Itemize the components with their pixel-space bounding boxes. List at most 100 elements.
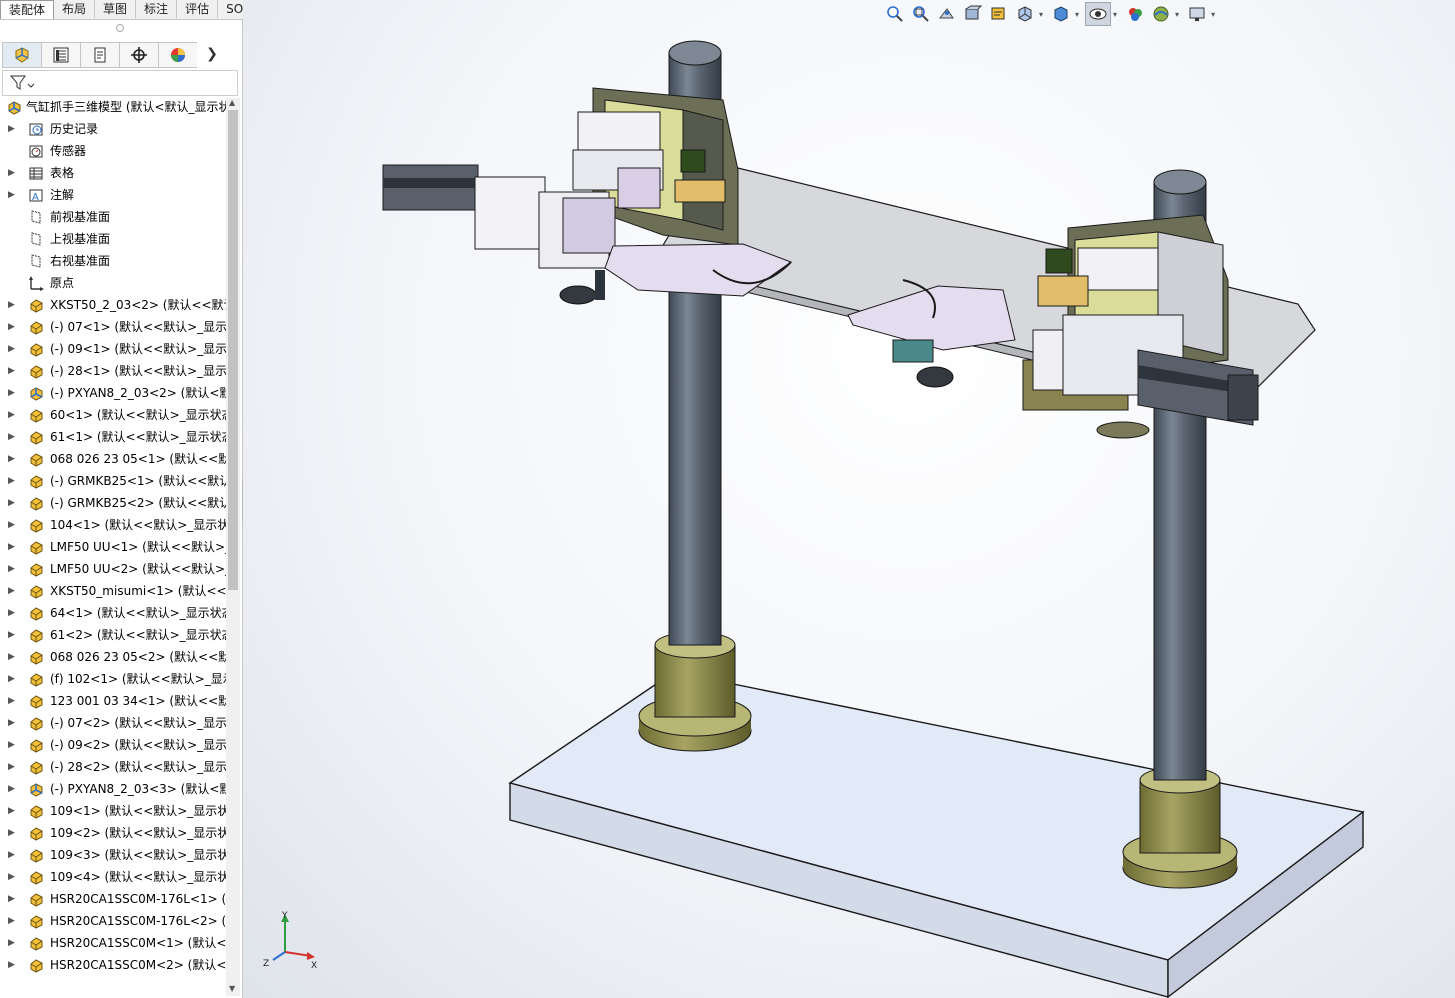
tree-item[interactable]: 上视基准面 bbox=[0, 228, 226, 250]
tree-item[interactable]: ▶ 068 026 23 05<2> (默认<<默认>_显示状态 1>) bbox=[0, 646, 226, 668]
command-tab-2[interactable]: 草图 bbox=[95, 0, 137, 18]
right-column-base[interactable] bbox=[1122, 766, 1238, 889]
expand-arrow-icon[interactable]: ▶ bbox=[8, 536, 16, 558]
expand-arrow-icon[interactable]: ▶ bbox=[8, 470, 16, 492]
display-manager-icon bbox=[171, 48, 185, 62]
command-tab-4[interactable]: 评估 bbox=[177, 0, 219, 18]
expand-arrow-icon[interactable]: ▶ bbox=[8, 118, 16, 140]
tree-item[interactable]: ▶ 104<1> (默认<<默认>_显示状态 1>) bbox=[0, 514, 226, 536]
tree-item[interactable]: ▶ (-) 09<1> (默认<<默认>_显示状态 1>) bbox=[0, 338, 226, 360]
tree-item[interactable]: ▶ (-) 09<2> (默认<<默认>_显示状态 1>) bbox=[0, 734, 226, 756]
tree-item[interactable]: ▶ (-) 28<2> (默认<<默认>_显示状态 1>) bbox=[0, 756, 226, 778]
expand-arrow-icon[interactable]: ▶ bbox=[8, 404, 16, 426]
tree-item[interactable]: 前视基准面 bbox=[0, 206, 226, 228]
tree-item[interactable]: 原点 bbox=[0, 272, 226, 294]
tree-item[interactable]: 右视基准面 bbox=[0, 250, 226, 272]
tree-item[interactable]: ▶ (-) 07<1> (默认<<默认>_显示状态 1>) bbox=[0, 316, 226, 338]
tree-scrollbar[interactable]: ▲ ▼ bbox=[226, 98, 240, 996]
expand-arrow-icon[interactable]: ▶ bbox=[8, 822, 16, 844]
tree-item[interactable]: ▶ HSR20CA1SSC0M-176L<2> (默认<<默认>_显示状态 1>) bbox=[0, 910, 226, 932]
expand-arrow-icon[interactable]: ▶ bbox=[8, 338, 16, 360]
tree-filter[interactable] bbox=[2, 70, 238, 96]
expand-arrow-icon[interactable]: ▶ bbox=[8, 646, 16, 668]
expand-arrow-icon[interactable]: ▶ bbox=[8, 932, 16, 954]
tree-item[interactable]: ▶ XKST50_2_03<2> (默认<<默认>_显示状态 1>) bbox=[0, 294, 226, 316]
tree-item[interactable]: ▶ LMF50 UU<2> (默认<<默认>_显示状态 1>) bbox=[0, 558, 226, 580]
expand-arrow-icon[interactable]: ▶ bbox=[8, 734, 16, 756]
expand-arrow-icon[interactable]: ▶ bbox=[8, 514, 16, 536]
expand-arrow-icon[interactable]: ▶ bbox=[8, 910, 16, 932]
expand-arrow-icon[interactable]: ▶ bbox=[8, 184, 16, 206]
feature-manager-tab[interactable] bbox=[2, 42, 41, 68]
left-column-base[interactable] bbox=[638, 631, 752, 752]
expand-arrow-icon[interactable]: ▶ bbox=[8, 426, 16, 448]
tree-item[interactable]: ▶ XKST50_misumi<1> (默认<<默认>_显示状态 1>) bbox=[0, 580, 226, 602]
expand-arrow-icon[interactable]: ▶ bbox=[8, 360, 16, 382]
dimxpert-manager-tab[interactable] bbox=[119, 42, 158, 68]
expand-arrow-icon[interactable]: ▶ bbox=[8, 624, 16, 646]
expand-arrow-icon[interactable]: ▶ bbox=[8, 316, 16, 338]
tree-item[interactable]: ▶ 109<3> (默认<<默认>_显示状态 1>) bbox=[0, 844, 226, 866]
expand-arrow-icon[interactable]: ▶ bbox=[8, 844, 16, 866]
tree-item[interactable]: ▶ 109<4> (默认<<默认>_显示状态 1>) bbox=[0, 866, 226, 888]
tree-item[interactable]: ▶ (-) GRMKB25<1> (默认<<默认>_显示状态 1>) bbox=[0, 470, 226, 492]
base-plate[interactable] bbox=[508, 671, 1365, 998]
tree-item[interactable]: ▶ LMF50 UU<1> (默认<<默认>_显示状态 1>) bbox=[0, 536, 226, 558]
tree-item[interactable]: ▶ (-) GRMKB25<2> (默认<<默认>_显示状态 1>) bbox=[0, 492, 226, 514]
tree-item[interactable]: 传感器 bbox=[0, 140, 226, 162]
expand-arrow-icon[interactable]: ▶ bbox=[8, 954, 16, 976]
expand-arrow-icon[interactable]: ▶ bbox=[8, 866, 16, 888]
tree-item[interactable]: ▶ 60<1> (默认<<默认>_显示状态 1>) bbox=[0, 404, 226, 426]
expand-arrow-icon[interactable]: ▶ bbox=[8, 668, 16, 690]
tree-item[interactable]: ▶ 068 026 23 05<1> (默认<<默认>_显示状态 1>) bbox=[0, 448, 226, 470]
tree-item[interactable]: ▶ (-) PXYAN8_2_03<2> (默认<默认_显示状态-1>) bbox=[0, 382, 226, 404]
tree-item-label: LMF50 UU<1> (默认<<默认>_显示状态 1>) bbox=[50, 540, 226, 554]
property-manager-tab[interactable] bbox=[41, 42, 80, 68]
panel-grip[interactable] bbox=[116, 24, 124, 32]
configuration-manager-tab[interactable] bbox=[80, 42, 119, 68]
expand-arrow-icon[interactable]: ▶ bbox=[8, 602, 16, 624]
expand-arrow-icon[interactable]: ▶ bbox=[8, 558, 16, 580]
scroll-down-icon[interactable]: ▼ bbox=[229, 984, 235, 993]
tree-item[interactable]: ▶ (-) 07<2> (默认<<默认>_显示状态 1>) bbox=[0, 712, 226, 734]
scrollbar-thumb[interactable] bbox=[228, 110, 238, 590]
command-tab-1[interactable]: 布局 bbox=[54, 0, 96, 18]
tree-item[interactable]: ▶ HSR20CA1SSC0M<2> (默认<<默认>_显示状态 1>) bbox=[0, 954, 226, 976]
left-gripper-assembly[interactable] bbox=[382, 87, 793, 305]
scroll-up-icon[interactable]: ▲ bbox=[229, 98, 235, 107]
tree-item[interactable]: ▶ A 注解 bbox=[0, 184, 226, 206]
expand-arrow-icon[interactable]: ▶ bbox=[8, 756, 16, 778]
tree-item[interactable]: ▶ HSR20CA1SSC0M-176L<1> (默认<<默认>_显示状态 1>) bbox=[0, 888, 226, 910]
expand-arrow-icon[interactable]: ▶ bbox=[8, 888, 16, 910]
tree-item[interactable]: ▶ (-) 28<1> (默认<<默认>_显示状态 1>) bbox=[0, 360, 226, 382]
expand-arrow-icon[interactable]: ▶ bbox=[8, 690, 16, 712]
next-tab-arrow[interactable]: ❯ bbox=[197, 42, 227, 66]
tree-item[interactable]: ▶ 64<1> (默认<<默认>_显示状态 1>) bbox=[0, 602, 226, 624]
tree-item[interactable]: ▶ HSR20CA1SSC0M<1> (默认<<默认>_显示状态 1>) bbox=[0, 932, 226, 954]
graphics-area[interactable]: ▾ ▾ ▾ ▾ ▾ Y X Z bbox=[243, 0, 1455, 998]
tree-item[interactable]: ▶ 109<1> (默认<<默认>_显示状态 1>) bbox=[0, 800, 226, 822]
part-icon bbox=[30, 717, 43, 731]
tree-item[interactable]: ▶ (-) PXYAN8_2_03<3> (默认<默认_显示状态-1>) bbox=[0, 778, 226, 800]
tree-item[interactable]: ▶ 123 001 03 34<1> (默认<<默认>_显示状态 1>) bbox=[0, 690, 226, 712]
part-icon bbox=[30, 651, 43, 665]
expand-arrow-icon[interactable]: ▶ bbox=[8, 492, 16, 514]
expand-arrow-icon[interactable]: ▶ bbox=[8, 294, 16, 316]
tree-root[interactable]: 气缸抓手三维模型 (默认<默认_显示状态-1>) bbox=[0, 96, 226, 118]
expand-arrow-icon[interactable]: ▶ bbox=[8, 162, 16, 184]
expand-arrow-icon[interactable]: ▶ bbox=[8, 448, 16, 470]
expand-arrow-icon[interactable]: ▶ bbox=[8, 580, 16, 602]
display-manager-tab[interactable] bbox=[158, 42, 197, 68]
expand-arrow-icon[interactable]: ▶ bbox=[8, 712, 16, 734]
expand-arrow-icon[interactable]: ▶ bbox=[8, 800, 16, 822]
command-tab-3[interactable]: 标注 bbox=[136, 0, 178, 18]
tree-item[interactable]: ▶ 表格 bbox=[0, 162, 226, 184]
tree-item[interactable]: ▶ 历史记录 bbox=[0, 118, 226, 140]
tree-item[interactable]: ▶ 61<1> (默认<<默认>_显示状态 1>) bbox=[0, 426, 226, 448]
tree-item[interactable]: ▶ 61<2> (默认<<默认>_显示状态 1>) bbox=[0, 624, 226, 646]
expand-arrow-icon[interactable]: ▶ bbox=[8, 778, 16, 800]
tree-item[interactable]: ▶ (f) 102<1> (默认<<默认>_显示状态 1>) bbox=[0, 668, 226, 690]
expand-arrow-icon[interactable]: ▶ bbox=[8, 382, 16, 404]
command-tab-0[interactable]: 装配体 bbox=[0, 0, 55, 19]
tree-item[interactable]: ▶ 109<2> (默认<<默认>_显示状态 1>) bbox=[0, 822, 226, 844]
